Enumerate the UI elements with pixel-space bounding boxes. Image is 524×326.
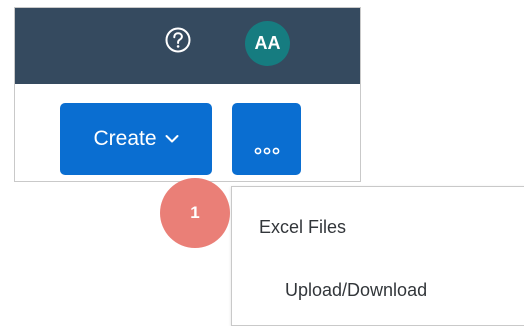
header-panel: AA Create xyxy=(14,7,361,182)
menu-item-label: Upload/Download xyxy=(285,280,428,300)
more-actions-menu: Excel Files Upload/Download xyxy=(231,186,524,326)
user-avatar[interactable]: AA xyxy=(245,21,290,66)
more-actions-button[interactable] xyxy=(232,103,301,175)
step-number: 1 xyxy=(190,203,200,222)
step-badge: 1 xyxy=(160,178,230,248)
chevron-down-icon xyxy=(165,135,179,143)
avatar-initials: AA xyxy=(254,33,281,53)
create-button[interactable]: Create xyxy=(60,103,212,175)
create-button-label: Create xyxy=(93,127,157,150)
more-dots-icon xyxy=(254,147,280,155)
shell-bar: AA xyxy=(15,8,360,84)
menu-item-upload-download[interactable]: Upload/Download xyxy=(233,271,524,311)
help-icon[interactable] xyxy=(165,27,191,53)
menu-group-excel-files: Excel Files xyxy=(259,217,347,237)
